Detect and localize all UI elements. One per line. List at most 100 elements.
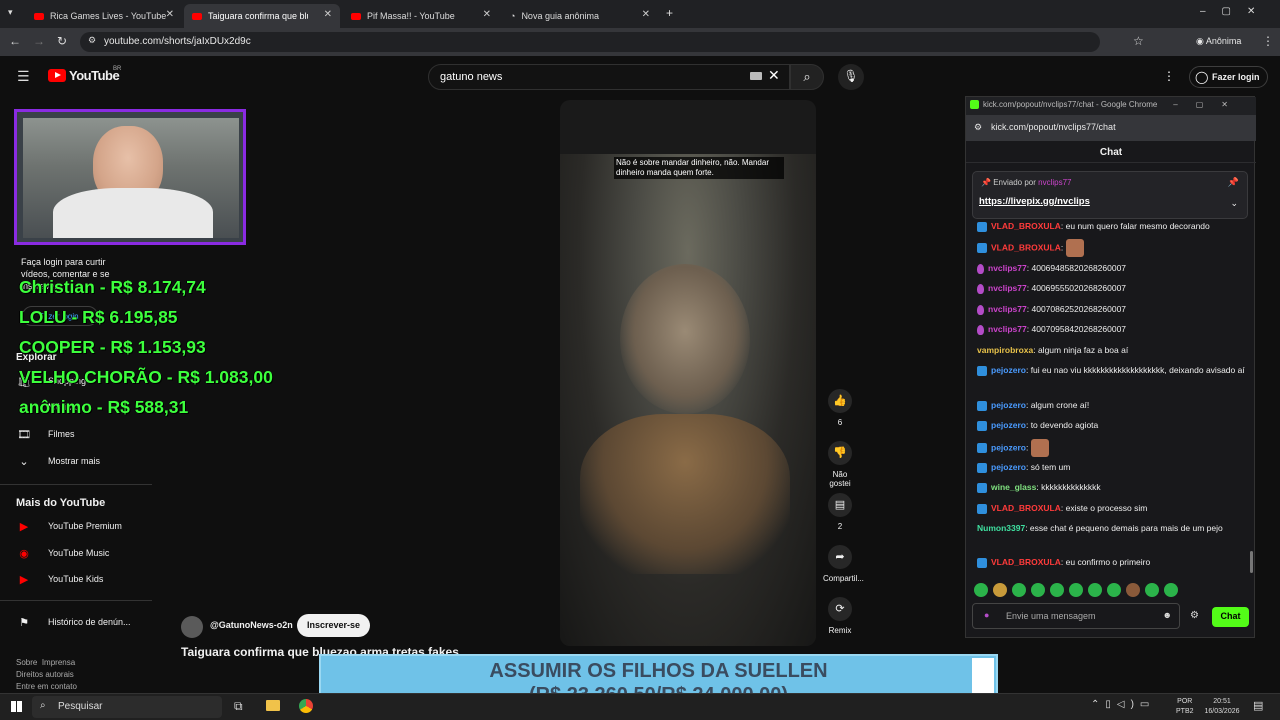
- new-tab-icon[interactable]: +: [666, 6, 673, 20]
- sign-in-button[interactable]: ◯ Fazer login: [1189, 66, 1268, 88]
- emoji-picker-icon[interactable]: ☻: [1163, 610, 1172, 620]
- chat-username[interactable]: nvclips77: [988, 324, 1027, 334]
- reload-icon[interactable]: ↻: [57, 34, 67, 48]
- chat-username[interactable]: nvclips77: [988, 283, 1027, 293]
- url-field[interactable]: youtube.com/shorts/jaIxDUx2d9c: [80, 32, 1100, 52]
- moderator-badge-icon: [977, 503, 987, 514]
- chat-username[interactable]: VLAD_BROXULA: [991, 242, 1061, 252]
- unpin-icon[interactable]: 📌: [1228, 177, 1239, 188]
- browser-menu-icon[interactable]: ⋮: [1262, 34, 1274, 48]
- clock[interactable]: 20:51 16/03/2026: [1200, 697, 1244, 717]
- sidebar-item-show-more[interactable]: ⌄ Mostrar mais: [0, 450, 152, 472]
- emote-icon[interactable]: [1088, 583, 1102, 597]
- chat-username[interactable]: nvclips77: [988, 263, 1027, 273]
- emote-icon[interactable]: [1145, 583, 1159, 597]
- emote-icon[interactable]: [1050, 583, 1064, 597]
- subscribe-button[interactable]: Inscrever-se: [297, 614, 370, 637]
- back-icon[interactable]: ←: [9, 34, 21, 48]
- emote-icon[interactable]: [993, 583, 1007, 597]
- pinned-message[interactable]: 📌 Enviado por nvclips77 https://livepix.…: [972, 171, 1248, 219]
- chat-username[interactable]: pejozero: [991, 462, 1026, 472]
- tab-2[interactable]: Pif Massa!! - YouTube ✕: [343, 4, 499, 28]
- remix-button[interactable]: ⟳ Remix: [823, 597, 857, 635]
- emote-icon[interactable]: [1069, 583, 1083, 597]
- tab-3[interactable]: ◔ Nova guia anônima ✕: [502, 4, 658, 28]
- site-info-icon[interactable]: ⚙: [88, 35, 96, 46]
- chat-scrollbar[interactable]: [1250, 551, 1253, 573]
- task-view-icon[interactable]: ⧉: [234, 699, 243, 714]
- language-indicator[interactable]: POR PTB2: [1176, 697, 1194, 717]
- bookmark-star-icon[interactable]: ☆: [1133, 34, 1144, 48]
- search-button[interactable]: ⌕: [790, 64, 824, 90]
- tab-1[interactable]: Taiguara confirma que bluezao ✕: [184, 4, 340, 28]
- chat-username[interactable]: VLAD_BROXULA: [991, 557, 1061, 567]
- close-tab-icon[interactable]: ✕: [324, 9, 332, 20]
- chat-username[interactable]: nvclips77: [988, 304, 1027, 314]
- chat-username[interactable]: pejozero: [991, 442, 1026, 452]
- emote-icon[interactable]: [1126, 583, 1140, 597]
- file-explorer-icon[interactable]: [266, 700, 280, 711]
- channel-name[interactable]: @GatunoNews-o2n: [210, 620, 293, 630]
- hamburger-menu-icon[interactable]: ☰: [17, 68, 30, 85]
- comments-button[interactable]: ▤ 2: [823, 493, 857, 531]
- tab-0[interactable]: Rica Games Lives - YouTube ✕: [26, 4, 182, 28]
- emote-icon[interactable]: [1012, 583, 1026, 597]
- channel-avatar[interactable]: [181, 616, 203, 638]
- keyboard-icon[interactable]: [750, 72, 762, 80]
- windows-start-icon[interactable]: [11, 701, 22, 712]
- close-tab-icon[interactable]: ✕: [166, 9, 174, 20]
- voice-search-button[interactable]: 🎙: [838, 64, 864, 90]
- emote-icon[interactable]: [1164, 583, 1178, 597]
- site-info-icon[interactable]: ⚙: [974, 122, 982, 133]
- chat-message-input[interactable]: ● Envie uma mensagem ☻: [972, 603, 1180, 629]
- chat-username[interactable]: VLAD_BROXULA: [991, 503, 1061, 513]
- dislike-button[interactable]: 👎 Não gostei: [823, 441, 857, 488]
- youtube-logo-text[interactable]: YouTube: [69, 68, 120, 83]
- short-video-player[interactable]: [560, 100, 816, 646]
- taskbar-search-placeholder: Pesquisar: [58, 701, 103, 712]
- footer-link-press[interactable]: Imprensa: [42, 658, 75, 667]
- sidebar-item-premium[interactable]: ▶ YouTube Premium: [0, 515, 152, 537]
- chat-username[interactable]: pejozero: [991, 420, 1026, 430]
- sidebar-item-music-app[interactable]: ◉ YouTube Music: [0, 542, 152, 564]
- footer-link-contact[interactable]: Entre em contato: [16, 682, 77, 691]
- system-tray-icons[interactable]: ⌃▯◁)▭: [1091, 700, 1155, 710]
- chat-username[interactable]: vampirobroxa: [977, 345, 1033, 355]
- chat-window-controls[interactable]: –▢✕: [1173, 100, 1246, 109]
- search-input[interactable]: gatuno news: [428, 64, 790, 90]
- chat-url-field[interactable]: ⚙ kick.com/popout/nvclips77/chat: [966, 115, 1256, 141]
- emote-icon[interactable]: [1031, 583, 1045, 597]
- youtube-logo-icon[interactable]: [48, 69, 66, 82]
- forward-icon[interactable]: →: [33, 34, 45, 48]
- chat-username[interactable]: wine_glass: [991, 482, 1036, 492]
- taskbar-search[interactable]: ⌕ Pesquisar: [32, 696, 222, 718]
- emote-icon[interactable]: [1107, 583, 1121, 597]
- share-button[interactable]: ➦ Compartil...: [823, 545, 864, 583]
- close-tab-icon[interactable]: ✕: [483, 9, 491, 20]
- settings-menu-icon[interactable]: ⋮: [1163, 69, 1175, 83]
- chat-username[interactable]: pejozero: [991, 365, 1026, 375]
- incognito-profile-label[interactable]: ◉ Anônima: [1196, 36, 1241, 47]
- notifications-icon[interactable]: ▤: [1253, 699, 1263, 712]
- chat-settings-icon[interactable]: ⚙: [1190, 610, 1199, 621]
- close-tab-icon[interactable]: ✕: [642, 9, 650, 20]
- chevron-down-icon[interactable]: ⌄: [1230, 198, 1238, 209]
- chat-send-button[interactable]: Chat: [1212, 607, 1249, 627]
- chat-username[interactable]: Numon3397: [977, 523, 1025, 533]
- chat-username[interactable]: VLAD_BROXULA: [991, 221, 1061, 231]
- flag-icon: ⚑: [19, 616, 29, 629]
- moderator-badge-icon: [977, 462, 987, 473]
- footer-link-about[interactable]: Sobre: [16, 658, 37, 667]
- chrome-icon[interactable]: [299, 699, 313, 713]
- sidebar-item-kids[interactable]: ▶ YouTube Kids: [0, 568, 152, 590]
- emote-icon[interactable]: [974, 583, 988, 597]
- footer-link-copyright[interactable]: Direitos autorais: [16, 670, 74, 679]
- window-controls[interactable]: –▢✕: [1200, 6, 1271, 17]
- sidebar-item-films[interactable]: 🎞 Filmes: [0, 423, 152, 445]
- chat-username[interactable]: pejozero: [991, 400, 1026, 410]
- tab-search-icon[interactable]: ▾: [8, 7, 13, 18]
- clear-search-icon[interactable]: ✕: [768, 67, 780, 84]
- pinned-link[interactable]: https://livepix.gg/nvclips: [979, 196, 1090, 207]
- sidebar-item-report-history[interactable]: ⚑ Histórico de denún...: [0, 611, 152, 633]
- like-button[interactable]: 👍 6: [823, 389, 857, 427]
